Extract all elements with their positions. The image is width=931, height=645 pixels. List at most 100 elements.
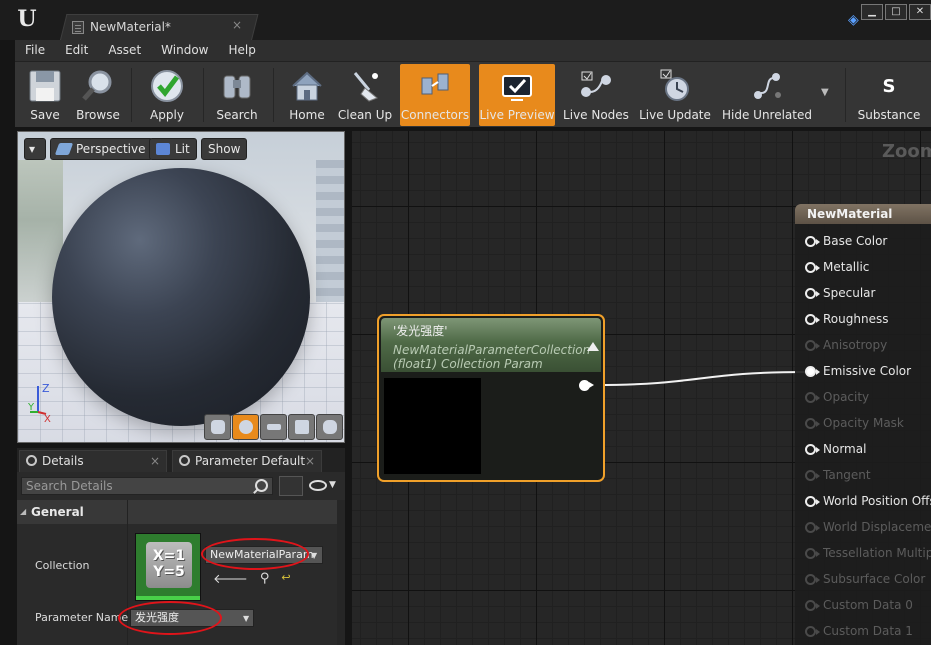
input-pin-icon[interactable] bbox=[805, 339, 820, 351]
live-nodes-button[interactable]: Live Nodes bbox=[563, 64, 629, 126]
input-pin-icon[interactable] bbox=[805, 547, 820, 559]
collection-thumbnail[interactable]: X=1 Y=5 bbox=[135, 533, 201, 601]
reset-arrow-icon[interactable]: ↩ bbox=[281, 571, 290, 587]
chevron-down-icon[interactable]: ▼ bbox=[243, 614, 249, 623]
use-selected-arrow-icon[interactable]: 🡐 bbox=[213, 571, 248, 587]
connectors-button[interactable]: Connectors bbox=[400, 64, 470, 126]
cylinder-preview-button[interactable] bbox=[204, 414, 231, 440]
hide-unrelated-button[interactable]: Hide Unrelated bbox=[719, 64, 815, 126]
input-pin-icon[interactable] bbox=[805, 495, 820, 507]
search-icon[interactable] bbox=[255, 479, 268, 492]
menu-file[interactable]: File bbox=[15, 40, 55, 61]
material-pin[interactable]: Specular bbox=[805, 285, 875, 301]
material-pin[interactable]: Metallic bbox=[805, 259, 869, 275]
menu-edit[interactable]: Edit bbox=[55, 40, 98, 61]
material-pin[interactable]: Opacity Mask bbox=[805, 415, 904, 431]
menu-help[interactable]: Help bbox=[218, 40, 265, 61]
material-pin[interactable]: Emissive Color bbox=[805, 363, 911, 379]
collapse-arrow-icon[interactable] bbox=[587, 342, 599, 351]
input-pin-icon[interactable] bbox=[805, 599, 820, 611]
property-matrix-button[interactable] bbox=[279, 476, 303, 496]
input-pin-icon[interactable] bbox=[805, 235, 820, 247]
lit-cube-icon bbox=[156, 143, 170, 155]
input-pin-icon[interactable] bbox=[805, 261, 820, 273]
cube-icon bbox=[294, 420, 309, 434]
material-pin[interactable]: Subsurface Color bbox=[805, 571, 925, 587]
material-pin[interactable]: Tessellation Multipl bbox=[805, 545, 931, 561]
substance-icon: S bbox=[883, 76, 896, 97]
material-pin[interactable]: Normal bbox=[805, 441, 866, 457]
pin-label: Tessellation Multipl bbox=[823, 546, 931, 560]
title-bar: U NewMaterial* × ◈ ▁ □ ✕ bbox=[0, 0, 931, 40]
maximize-button[interactable]: □ bbox=[885, 4, 907, 20]
thumb-text-x: X=1 bbox=[152, 548, 186, 564]
cube-preview-button[interactable] bbox=[288, 414, 315, 440]
chevron-down-icon[interactable]: ▼ bbox=[311, 551, 317, 560]
details-scrollbar[interactable] bbox=[337, 500, 345, 645]
broom-icon bbox=[353, 72, 378, 102]
input-pin-icon[interactable] bbox=[805, 469, 820, 481]
tab-close-icon[interactable]: × bbox=[232, 18, 242, 32]
toolbar-overflow-chevron-icon[interactable]: ▼ bbox=[821, 87, 829, 98]
view-options-chevron-icon[interactable]: ▼ bbox=[329, 480, 336, 490]
close-window-button[interactable]: ✕ bbox=[909, 4, 931, 20]
search-details-input[interactable]: Search Details bbox=[21, 477, 273, 495]
minimize-button[interactable]: ▁ bbox=[861, 4, 883, 20]
apply-label: Apply bbox=[150, 108, 184, 122]
menu-window[interactable]: Window bbox=[151, 40, 218, 61]
unreal-logo-icon[interactable]: U bbox=[14, 6, 40, 32]
input-pin-icon[interactable] bbox=[805, 313, 820, 325]
material-pin[interactable]: Anisotropy bbox=[805, 337, 887, 353]
input-pin-icon[interactable] bbox=[805, 625, 820, 637]
perspective-icon bbox=[54, 143, 74, 155]
tab-close-icon[interactable]: × bbox=[150, 451, 160, 471]
apply-button[interactable]: Apply bbox=[143, 64, 191, 126]
material-pin[interactable]: Custom Data 0 bbox=[805, 597, 913, 613]
tab-parameter-defaults[interactable]: Parameter Default × bbox=[172, 450, 322, 472]
input-pin-icon[interactable] bbox=[805, 443, 820, 455]
input-pin-icon[interactable] bbox=[805, 573, 820, 585]
browse-magnifier-icon[interactable]: ⚲ bbox=[260, 571, 270, 587]
menu-asset[interactable]: Asset bbox=[98, 40, 151, 61]
clean-up-button[interactable]: Clean Up bbox=[337, 64, 393, 126]
material-pin[interactable]: World Position Offse bbox=[805, 493, 931, 509]
material-pin[interactable]: World Displacemen bbox=[805, 519, 931, 535]
material-result-node[interactable]: NewMaterial Base Color Metallic Specular Ro… bbox=[795, 204, 931, 645]
category-general[interactable]: General bbox=[17, 500, 337, 524]
pin-label: Opacity Mask bbox=[823, 416, 904, 430]
connectors-icon bbox=[421, 73, 449, 95]
home-button[interactable]: Home bbox=[283, 64, 331, 126]
preview-viewport[interactable]: ▾ Perspective Lit Show Z Y X bbox=[17, 131, 345, 443]
material-pin[interactable]: Tangent bbox=[805, 467, 871, 483]
input-pin-icon[interactable] bbox=[805, 521, 820, 533]
input-pin-icon[interactable] bbox=[805, 417, 820, 429]
sphere-preview-button[interactable] bbox=[232, 414, 259, 440]
save-button[interactable]: Save bbox=[23, 64, 67, 126]
input-pin-icon[interactable] bbox=[805, 287, 820, 299]
perspective-button[interactable]: Perspective bbox=[50, 138, 153, 160]
refresh-clock-icon bbox=[660, 69, 689, 101]
browse-button[interactable]: Browse bbox=[73, 64, 123, 126]
input-pin-icon[interactable] bbox=[805, 391, 820, 403]
material-pin[interactable]: Roughness bbox=[805, 311, 888, 327]
material-pin[interactable]: Opacity bbox=[805, 389, 869, 405]
tab-details[interactable]: Details × bbox=[19, 450, 167, 472]
collection-parameter-node[interactable]: '发光强度' NewMaterialParameterCollection (f… bbox=[377, 314, 605, 482]
eye-icon[interactable] bbox=[309, 480, 327, 491]
plane-preview-button[interactable] bbox=[260, 414, 287, 440]
document-tab-content[interactable]: NewMaterial* bbox=[72, 17, 171, 37]
viewport-options-dropdown[interactable]: ▾ bbox=[24, 138, 46, 160]
output-pin[interactable] bbox=[579, 380, 594, 391]
live-preview-button[interactable]: Live Preview bbox=[479, 64, 555, 126]
lit-button[interactable]: Lit bbox=[149, 138, 197, 160]
tab-close-icon[interactable]: × bbox=[305, 451, 315, 471]
show-button[interactable]: Show bbox=[201, 138, 248, 160]
material-pin[interactable]: Custom Data 1 bbox=[805, 623, 913, 639]
zoom-indicator: Zoom bbox=[882, 141, 931, 162]
custom-mesh-preview-button[interactable] bbox=[316, 414, 343, 440]
input-pin-icon[interactable] bbox=[805, 365, 820, 377]
material-pin[interactable]: Base Color bbox=[805, 233, 887, 249]
live-update-button[interactable]: Live Update bbox=[637, 64, 713, 126]
search-button[interactable]: Search bbox=[213, 64, 261, 126]
substance-button[interactable]: S Substance bbox=[855, 64, 923, 126]
